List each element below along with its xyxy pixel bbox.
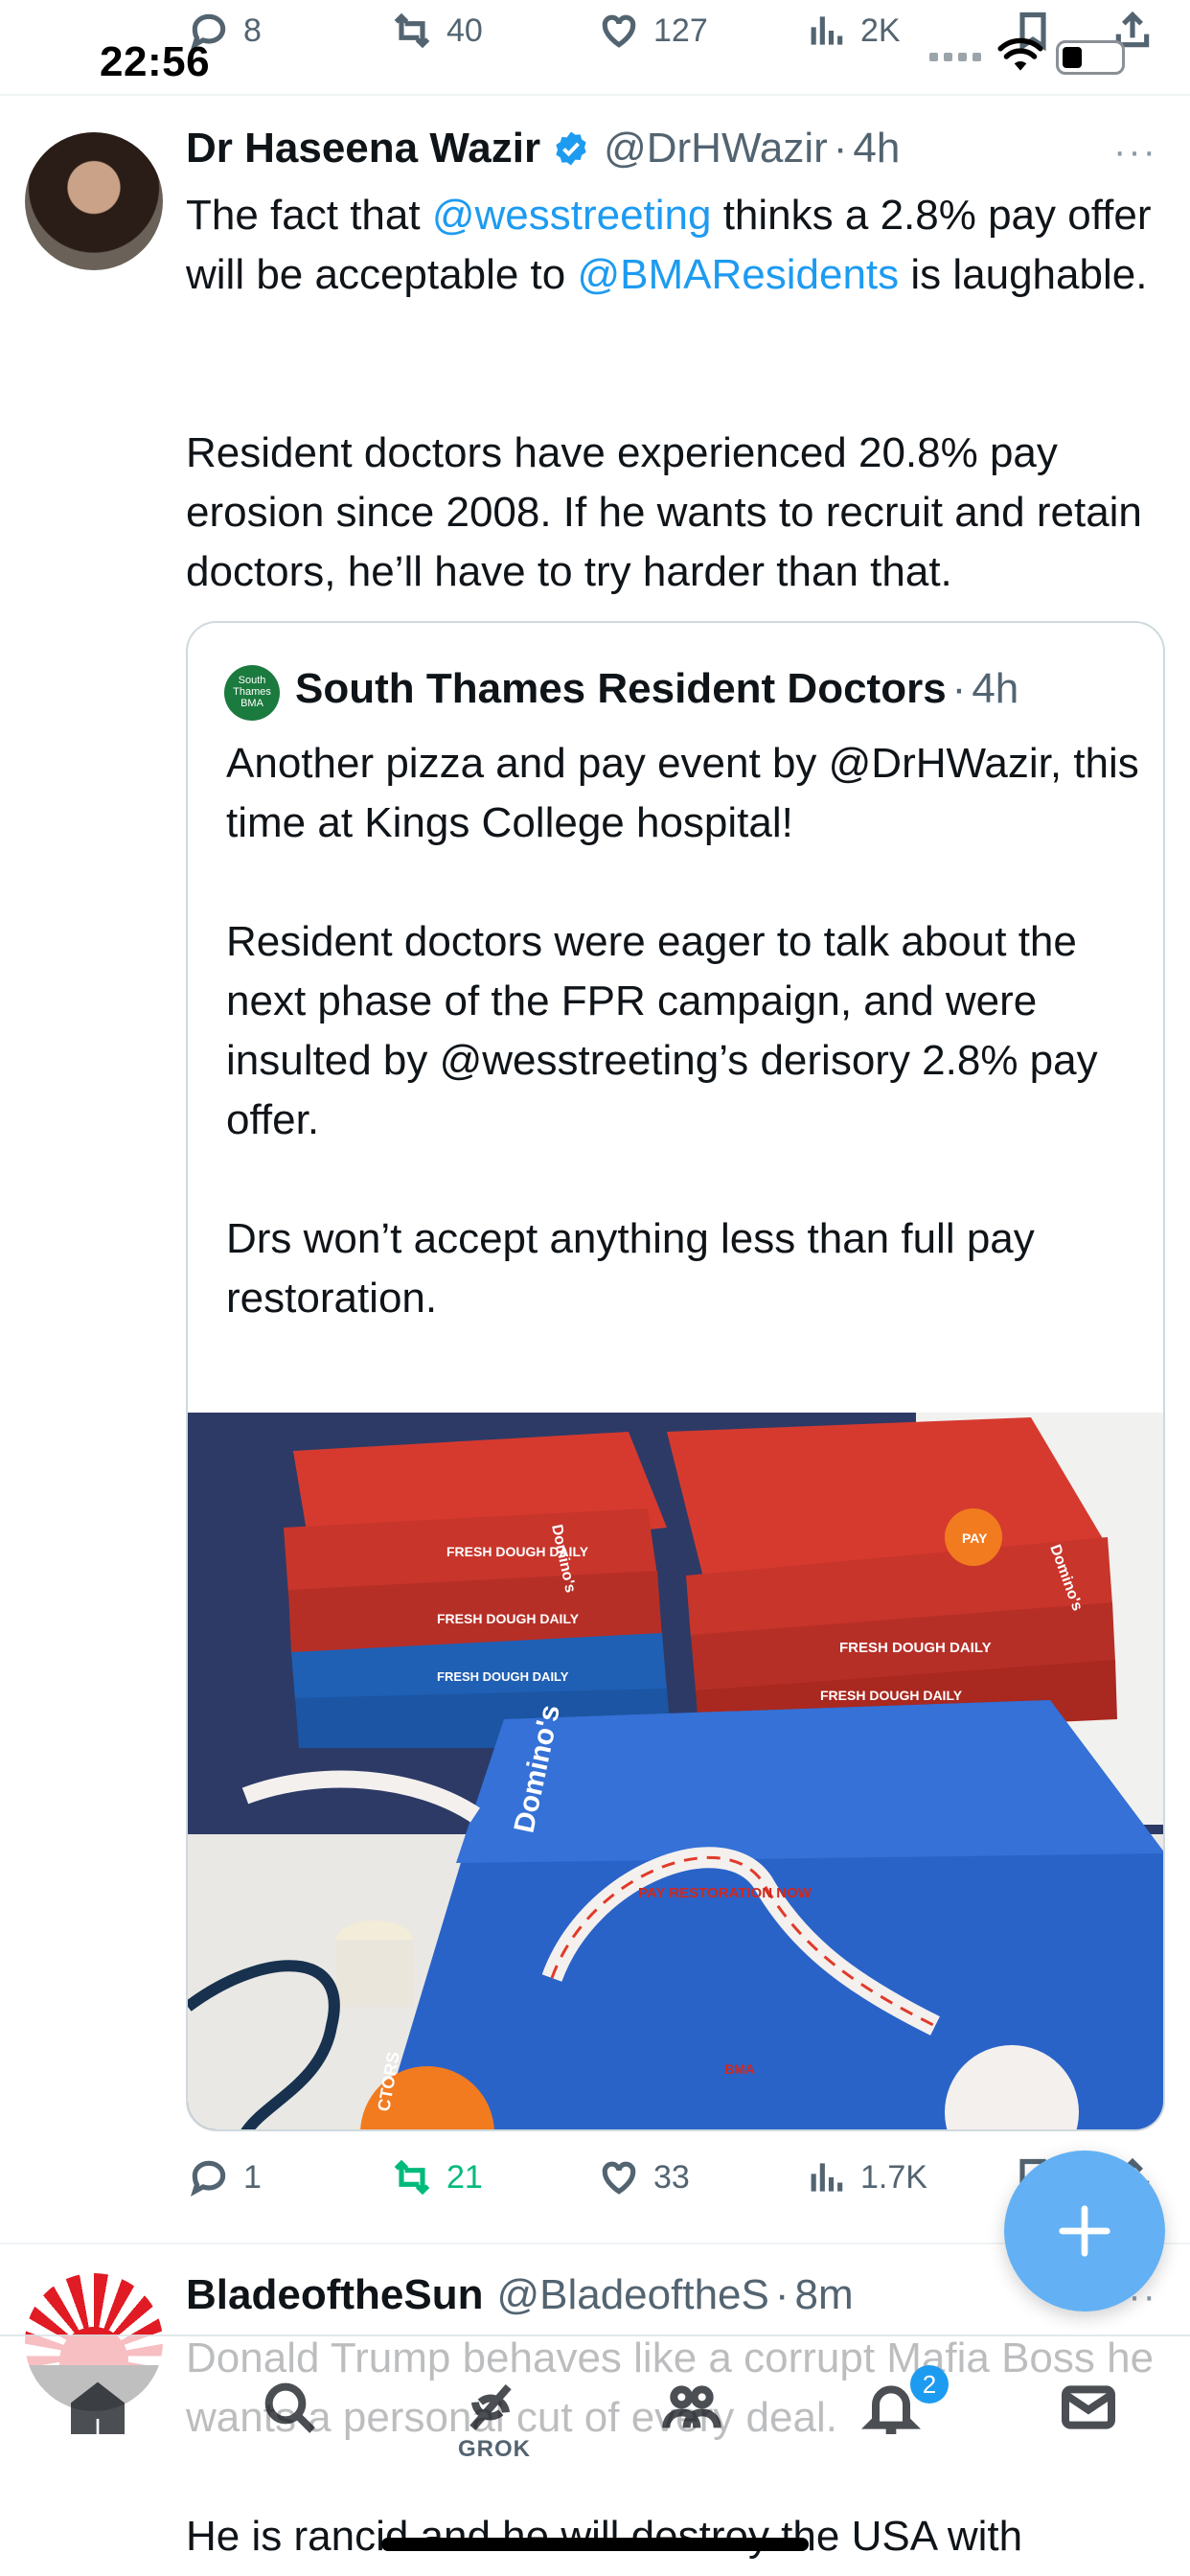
repost-count: 40 [446,12,483,49]
quoted-tweet-time: 4h [972,665,1019,712]
repost-count: 21 [446,2158,483,2196]
reply-icon [190,2160,226,2197]
views-icon [811,16,843,45]
box-label: FRESH DOUGH DAILY [437,1669,569,1684]
views-icon [811,2163,843,2192]
compose-button[interactable] [1004,2150,1165,2312]
heart-icon [602,2161,636,2195]
tweet-body: The fact that @wesstreeting thinks a 2.8… [186,186,1173,305]
tab-messages[interactable] [1058,2377,1125,2444]
reply-button[interactable]: 1 [188,2156,262,2198]
separator-dot: · [833,125,848,172]
repost-icon [394,2159,430,2196]
next-author-handle[interactable]: @BladeoftheS [496,2271,768,2319]
quoted-tweet-header: South Thames Resident Doctors · 4h [295,665,1018,713]
author-avatar[interactable] [25,132,163,270]
box-label: FRESH DOUGH DAILY [839,1640,992,1656]
lanyard-text: PAY RESTORATION NOW [638,1885,812,1901]
author-name[interactable]: Dr Haseena Wazir [186,125,540,172]
notifications-badge: 2 [910,2365,949,2404]
more-options-button[interactable]: ··· [1113,130,1157,173]
bma-text: BMA [724,2061,755,2077]
pay-badge-text: PAY [962,1530,988,1546]
home-icon [71,2381,125,2434]
pizza-boxes-illustration: FRESH DOUGH DAILY FRESH DOUGH DAILY FRES… [188,1413,1163,2129]
previous-tweet-action-bar: 8 40 127 2K 22:56 [0,0,1190,96]
wifi-icon [996,36,1044,78]
quoted-tweet-photo[interactable]: FRESH DOUGH DAILY FRESH DOUGH DAILY FRES… [188,1413,1163,2129]
mention-link[interactable]: @BMAResidents [577,251,899,298]
box-label: FRESH DOUGH DAILY [820,1688,963,1703]
heart-icon [602,14,636,48]
tab-grok[interactable] [460,2377,527,2444]
repost-button[interactable]: 40 [391,10,483,52]
reply-count: 8 [243,12,262,49]
repost-icon [394,12,430,49]
separator-dot: · [774,2271,790,2318]
communities-icon [662,2385,721,2428]
next-author-name[interactable]: BladeoftheSun [186,2271,483,2319]
tweet-text-segment: The fact that [186,192,432,239]
like-button[interactable]: 127 [598,10,708,52]
views-count: 1.7K [860,2158,927,2196]
tab-home[interactable] [67,2377,134,2444]
bottom-tab-bar: GROK 2 [0,2334,1190,2478]
tweet-text-segment: is laughable. [899,251,1148,298]
views-button[interactable]: 1.7K [805,2156,927,2198]
tweet-time[interactable]: 4h [853,125,900,172]
grok-label: GROK [458,2436,531,2462]
box-label: FRESH DOUGH DAILY [437,1611,580,1626]
repost-button[interactable]: 21 [391,2156,483,2198]
next-tweet-header: BladeoftheSun @BladeoftheS · 8m [186,2271,854,2319]
mention-link[interactable]: @wesstreeting [432,192,712,239]
envelope-icon [1062,2385,1115,2429]
tab-communities[interactable] [661,2377,728,2444]
verified-badge-icon [556,131,586,166]
battery-icon [1056,39,1125,75]
tweet-body-paragraph: Resident doctors have experienced 20.8% … [186,429,1155,595]
separator-dot: · [951,665,967,712]
quoted-author-name[interactable]: South Thames Resident Doctors [295,665,947,713]
like-button[interactable]: 33 [598,2156,690,2198]
next-tweet-time[interactable]: 8m [795,2271,854,2319]
quoted-tweet-text: Another pizza and pay event by @DrHWazir… [226,740,1139,1322]
search-icon [264,2382,315,2433]
reply-count: 1 [243,2158,262,2196]
views-button[interactable]: 2K [805,10,901,52]
author-handle[interactable]: @DrHWazir [604,125,828,172]
views-count: 2K [860,12,901,49]
plus-icon [1059,2205,1110,2257]
tweet-header: Dr Haseena Wazir @DrHWazir · 4h [186,125,900,172]
grok-icon [469,2384,512,2430]
tab-search[interactable] [259,2377,326,2444]
home-indicator[interactable] [381,2538,809,2551]
cellular-signal-icon [929,53,981,61]
quoted-tweet-card[interactable]: South Thames BMA South Thames Resident D… [186,621,1165,2131]
status-icons [929,36,1125,78]
like-count: 127 [653,12,708,49]
like-count: 33 [653,2158,690,2196]
quoted-author-avatar[interactable]: South Thames BMA [224,665,280,721]
status-time: 22:56 [100,38,211,85]
